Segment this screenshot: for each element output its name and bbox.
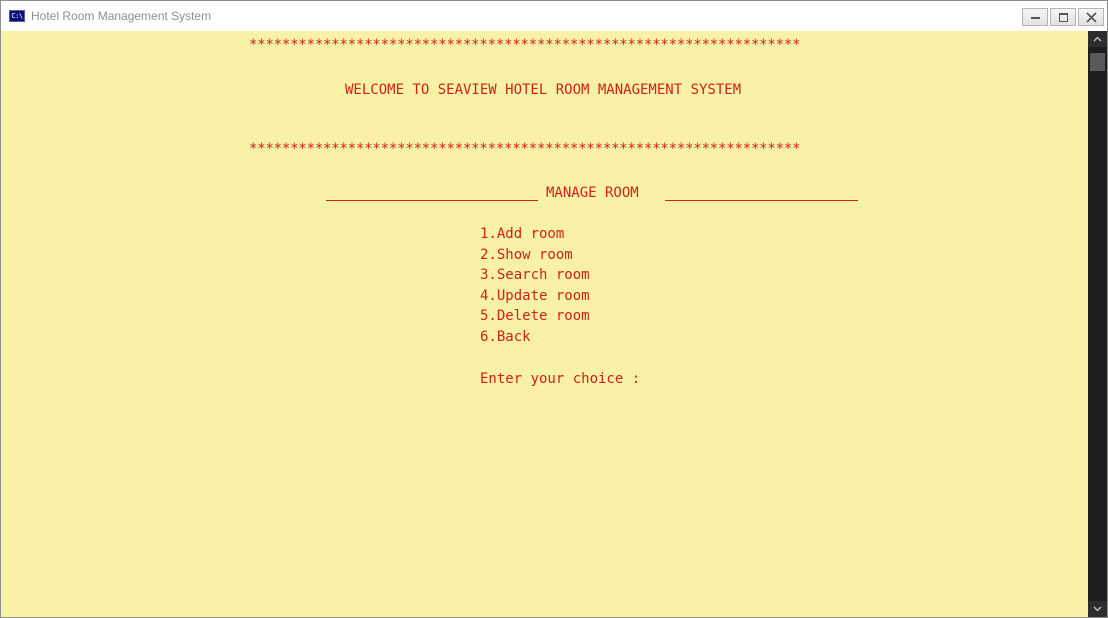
console-output[interactable]: ****************************************… [1,31,1088,617]
section-title: MANAGE ROOM [546,185,639,201]
maximize-button[interactable] [1050,8,1076,26]
menu-item-search-room: 3.Search room [480,267,590,284]
chevron-up-icon [1093,36,1102,42]
vertical-scrollbar[interactable] [1088,31,1107,617]
choice-prompt[interactable]: Enter your choice : [480,370,640,388]
scroll-up-button[interactable] [1088,31,1107,47]
title-bar[interactable]: C:\ Hotel Room Management System [1,1,1107,31]
menu-item-back: 6.Back [480,328,531,345]
menu-item-delete-room: 5.Delete room [480,308,590,325]
heading-rule-left [326,200,538,201]
menu-item-update-room: 4.Update room [480,287,590,304]
chevron-down-icon [1093,606,1102,612]
close-icon [1086,12,1097,23]
scroll-down-button[interactable] [1088,601,1107,617]
window-title: Hotel Room Management System [31,9,212,23]
room-menu: 1.Add room 2.Show room 3.Search room 4.U… [480,224,590,348]
close-button[interactable] [1078,8,1104,26]
console-window: C:\ Hotel Room Management System *******… [0,0,1108,618]
stars-divider-bottom: ****************************************… [249,141,801,157]
menu-item-show-room: 2.Show room [480,246,573,263]
heading-rule-right [665,200,858,201]
welcome-banner: WELCOME TO SEAVIEW HOTEL ROOM MANAGEMENT… [345,82,742,98]
section-heading: MANAGE ROOM [326,181,858,203]
stars-divider-top: ****************************************… [249,37,801,53]
scroll-thumb[interactable] [1090,53,1105,71]
console-app-icon[interactable]: C:\ [9,10,25,22]
menu-item-add-room: 1.Add room [480,226,565,242]
minimize-button[interactable] [1022,8,1048,26]
